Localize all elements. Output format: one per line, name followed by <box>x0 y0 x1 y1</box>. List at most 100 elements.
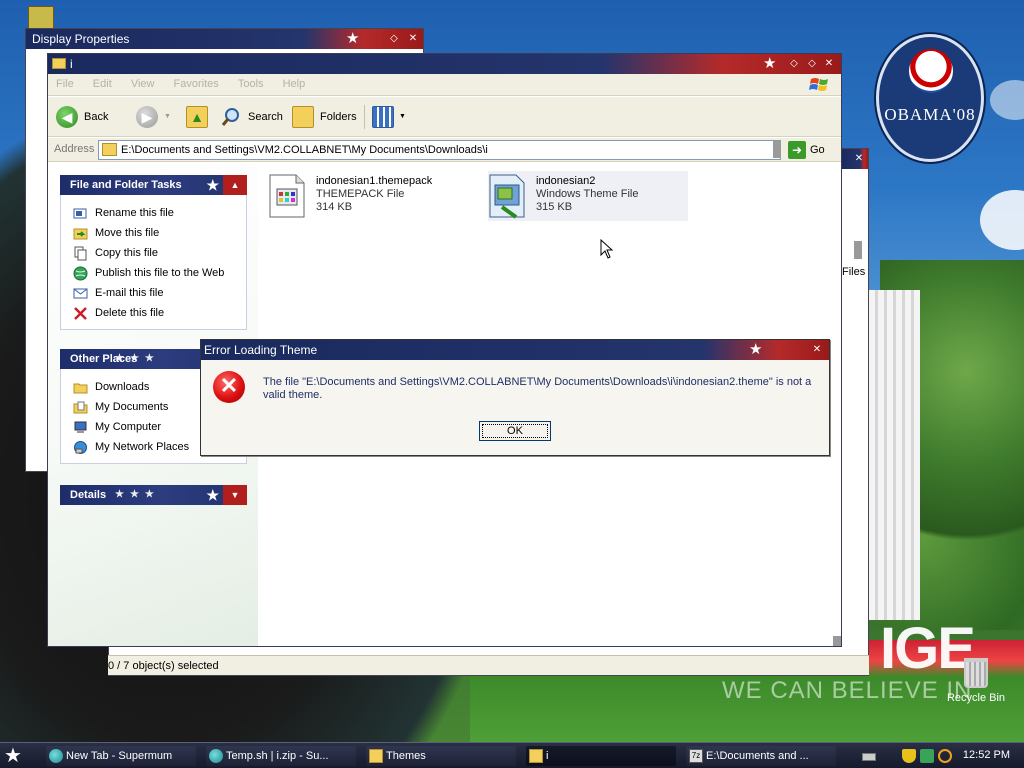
close-button[interactable]: ✕ <box>811 344 823 356</box>
task-rename[interactable]: Rename this file <box>61 203 246 223</box>
task-delete[interactable]: Delete this file <box>61 303 246 323</box>
network-icon[interactable] <box>920 749 934 763</box>
taskbar-button-themes[interactable]: Themes <box>366 746 516 766</box>
task-label: Copy this file <box>95 247 158 259</box>
theme-file-icon <box>489 174 525 219</box>
forward-button[interactable]: ▶ ▼ <box>136 105 171 129</box>
file-size: 314 KB <box>316 201 353 213</box>
clock[interactable]: 12:52 PM <box>963 749 1010 761</box>
taskbar: ★ New Tab - Supermum Temp.sh | i.zip - S… <box>0 742 1024 768</box>
folders-label: Folders <box>320 111 357 123</box>
close-button[interactable]: ✕ <box>407 33 419 45</box>
stars-decoration-icon: ★★★ <box>115 353 160 364</box>
task-label: Publish this file to the Web <box>95 267 225 279</box>
folders-icon <box>292 106 314 128</box>
background-window-scrollbar[interactable] <box>854 241 862 259</box>
file-type: Windows Theme File <box>536 188 639 200</box>
address-input[interactable]: E:\Documents and Settings\VM2.COLLABNET\… <box>98 140 781 160</box>
search-label: Search <box>248 111 283 123</box>
taskbar-button-browser-1[interactable]: New Tab - Supermum <box>46 746 196 766</box>
email-icon <box>73 288 88 299</box>
taskbar-button-zip[interactable]: 7z E:\Documents and ... <box>686 746 836 766</box>
task-email[interactable]: E-mail this file <box>61 283 246 303</box>
views-icon <box>372 106 394 128</box>
minimize-button[interactable]: ◇ <box>788 58 800 70</box>
background-window-partial-label: Files <box>842 266 866 278</box>
task-move[interactable]: Move this file <box>61 223 246 243</box>
search-button[interactable]: Search <box>220 105 283 129</box>
place-label: My Network Places <box>95 441 190 453</box>
shield-icon[interactable] <box>902 749 916 763</box>
file-tasks-panel: File and Folder Tasks ★ ▲ Rename this fi… <box>60 175 247 330</box>
file-item[interactable]: indonesian1.themepack THEMEPACK File 314… <box>268 171 468 221</box>
chevron-down-icon: ▼ <box>399 113 406 120</box>
file-details: indonesian2 Windows Theme File 315 KB <box>536 175 639 214</box>
folder-icon <box>102 143 117 156</box>
background-window-titlebar[interactable]: ✕ <box>841 149 868 169</box>
delete-icon <box>74 307 87 320</box>
task-copy[interactable]: Copy this file <box>61 243 246 263</box>
white-house-columns <box>860 290 920 620</box>
taskbar-button-browser-2[interactable]: Temp.sh | i.zip - Su... <box>206 746 356 766</box>
help-button[interactable]: ◇ <box>388 33 400 45</box>
my-computer-icon <box>74 421 87 433</box>
keyboard-icon[interactable] <box>862 753 876 761</box>
close-button[interactable]: ✕ <box>853 153 865 165</box>
star-icon: ★ <box>763 55 777 72</box>
cloud <box>990 80 1024 120</box>
desktop-icon-recycle-bin[interactable]: Recycle Bin <box>944 658 1008 704</box>
details-header[interactable]: Details ★★★ ★ ▼ <box>60 485 247 505</box>
start-button[interactable]: ★ <box>4 745 22 767</box>
my-documents-icon <box>73 401 88 414</box>
browser-icon <box>49 749 63 763</box>
file-size: 315 KB <box>536 201 573 213</box>
up-folder-button[interactable]: ▲ <box>186 105 210 129</box>
network-icon <box>74 441 87 454</box>
forward-arrow-icon: ▶ <box>136 106 158 128</box>
task-publish[interactable]: Publish this file to the Web <box>61 263 246 283</box>
go-label: Go <box>810 144 825 156</box>
dialog-title: Error Loading Theme <box>204 343 318 357</box>
taskbar-button-i[interactable]: i <box>526 746 676 766</box>
back-button[interactable]: ◀ Back ▼ <box>56 105 120 146</box>
error-dialog[interactable]: Error Loading Theme ★ ✕ ✕ The file "E:\D… <box>200 339 830 456</box>
ok-button[interactable]: OK <box>479 421 551 441</box>
go-button[interactable]: ➜ Go <box>788 141 825 159</box>
details-panel: Details ★★★ ★ ▼ <box>60 485 247 505</box>
address-dropdown-button[interactable] <box>773 141 781 158</box>
move-icon <box>73 228 88 240</box>
file-item[interactable]: indonesian2 Windows Theme File 315 KB <box>488 171 688 221</box>
address-label: Address <box>54 143 95 155</box>
close-button[interactable]: ✕ <box>823 58 835 70</box>
up-folder-icon: ▲ <box>186 106 208 128</box>
browser-icon <box>209 749 223 763</box>
task-label: Delete this file <box>95 307 165 319</box>
explorer-titlebar[interactable]: i ★ ◇ ◇ ✕ <box>48 54 841 74</box>
globe-icon <box>73 266 88 281</box>
collapse-icon[interactable]: ▲ <box>223 175 247 195</box>
cloud <box>980 190 1024 250</box>
views-button[interactable]: ▼ <box>372 105 406 129</box>
menu-favorites[interactable]: Favorites <box>166 74 227 94</box>
maximize-button[interactable]: ◇ <box>806 58 818 70</box>
menu-bar: File Edit View Favorites Tools Help <box>48 74 841 96</box>
taskbar-button-label: New Tab - Supermum <box>66 750 173 762</box>
place-label: Downloads <box>95 381 150 393</box>
menu-view[interactable]: View <box>123 74 163 94</box>
status-text: 0 / 7 object(s) selected <box>108 660 219 672</box>
scrollbar-corner <box>833 636 841 646</box>
folders-button[interactable]: Folders <box>292 105 357 129</box>
file-tasks-header[interactable]: File and Folder Tasks ★ ▲ <box>60 175 247 195</box>
expand-icon[interactable]: ▼ <box>223 485 247 505</box>
stars-decoration-icon: ★★★ <box>115 489 160 500</box>
dialog-titlebar[interactable]: Error Loading Theme ★ ✕ <box>201 340 829 360</box>
recycle-bin-label: Recycle Bin <box>946 692 1006 704</box>
menu-help[interactable]: Help <box>275 74 314 94</box>
desktop-icon-my-computer[interactable] <box>26 6 56 30</box>
search-icon[interactable] <box>938 749 952 763</box>
menu-file[interactable]: File <box>48 74 82 94</box>
menu-edit[interactable]: Edit <box>85 74 120 94</box>
display-properties-titlebar[interactable]: Display Properties ★ ◇ ✕ <box>26 29 423 49</box>
recycle-bin-icon <box>964 658 988 688</box>
menu-tools[interactable]: Tools <box>230 74 272 94</box>
